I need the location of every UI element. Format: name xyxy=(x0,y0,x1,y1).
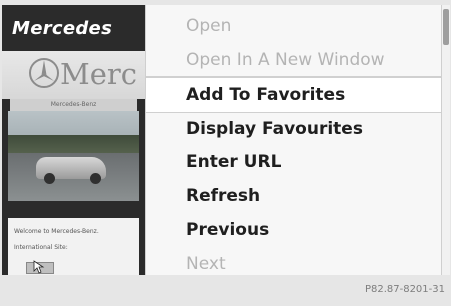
menu-item-open-new-window[interactable]: Open In A New Window xyxy=(186,43,385,77)
menu-item-add-to-favorites[interactable]: Add To Favorites xyxy=(146,77,441,113)
image-code: P82.87-8201-31 xyxy=(364,284,445,295)
web-page-lower-panel: Welcome to Mercedes-Benz. International … xyxy=(8,218,139,275)
screen: Mercedes Merc Mercedes-Benz Welcome to M… xyxy=(0,0,451,306)
scroll-thumb[interactable] xyxy=(443,9,449,45)
international-site-text: International Site: xyxy=(14,244,68,251)
menu-item-open[interactable]: Open xyxy=(186,9,231,43)
browser-brand-title: Mercedes xyxy=(12,18,113,39)
cursor-icon xyxy=(33,260,45,274)
menu-item-previous[interactable]: Previous xyxy=(186,213,269,247)
footer: P82.87-8201-31 xyxy=(0,279,451,306)
mercedes-logo-banner: Merc xyxy=(2,51,145,99)
menu-item-display-favourites[interactable]: Display Favourites xyxy=(186,112,363,146)
browser-preview[interactable]: Mercedes Merc Mercedes-Benz Welcome to M… xyxy=(2,5,146,275)
web-page-photo xyxy=(8,111,139,201)
menu-item-enter-url[interactable]: Enter URL xyxy=(186,145,281,179)
welcome-text: Welcome to Mercedes-Benz. xyxy=(14,228,99,235)
menu-item-refresh[interactable]: Refresh xyxy=(186,179,260,213)
photo-wheel xyxy=(90,173,101,184)
logo-text: Merc xyxy=(60,57,137,91)
photo-trees xyxy=(8,135,139,153)
menu-item-next[interactable]: Next xyxy=(186,247,226,281)
context-menu: Open Open In A New Window Add To Favorit… xyxy=(145,5,441,275)
menu-scrollbar[interactable] xyxy=(441,5,450,275)
mercedes-star-icon xyxy=(29,58,59,88)
photo-wheel xyxy=(44,173,55,184)
site-strip: Mercedes-Benz xyxy=(10,99,137,111)
